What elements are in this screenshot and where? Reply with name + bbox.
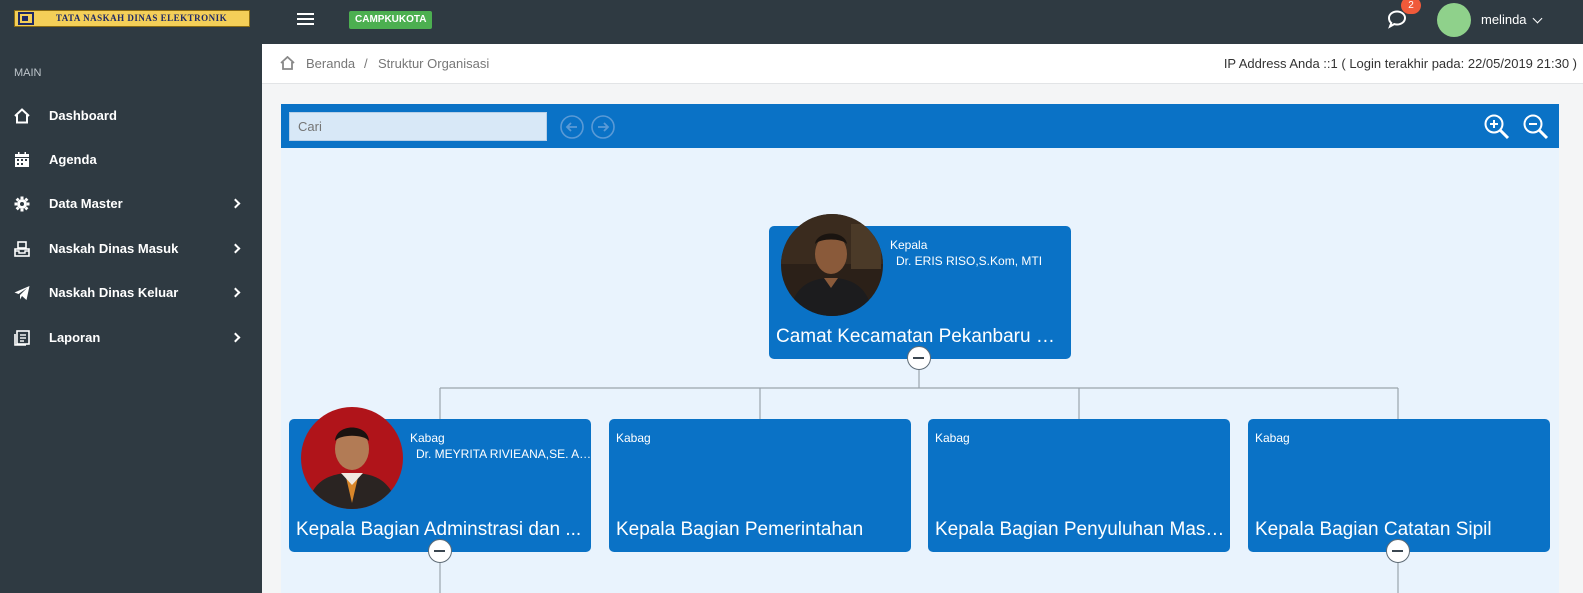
- sidebar-section-label: MAIN: [14, 67, 42, 79]
- notification-badge[interactable]: 2: [1401, 0, 1421, 14]
- breadcrumb-home-link[interactable]: Beranda: [306, 56, 355, 71]
- collapse-toggle-button[interactable]: [907, 346, 931, 370]
- breadcrumb: Beranda / Struktur Organisasi IP Address…: [262, 44, 1583, 84]
- sidebar: MAIN Dashboard Agenda Data Master Naskah…: [0, 44, 262, 593]
- breadcrumb-separator: /: [364, 56, 368, 71]
- sidebar-item-label: Laporan: [49, 330, 101, 345]
- node-role: Kabag: [935, 431, 970, 445]
- node-role: Kabag: [1255, 431, 1290, 445]
- node-role: Kabag: [410, 431, 445, 445]
- avatar[interactable]: [1437, 3, 1471, 37]
- node-title: Kepala Bagian Adminstrasi dan ...: [296, 519, 582, 540]
- site-badge: CAMPKUKOTA: [349, 11, 433, 29]
- home-icon: [14, 108, 30, 124]
- node-role: Kabag: [616, 431, 651, 445]
- chevron-right-icon: [230, 332, 241, 343]
- collapse-toggle-button[interactable]: [428, 539, 452, 563]
- sidebar-item-label: Agenda: [49, 152, 97, 167]
- node-title: Camat Kecamatan Pekanbaru Kota ...: [776, 326, 1066, 347]
- node-person-name: Dr. ERIS RISO,S.Kom, MTI: [896, 254, 1043, 268]
- org-chart[interactable]: Kepala Dr. ERIS RISO,S.Kom, MTI Camat Ke…: [281, 104, 1559, 593]
- app-logo[interactable]: TATA NASKAH DINAS ELEKTRONIK: [14, 10, 250, 27]
- org-node-child[interactable]: Kabag Kepala Bagian Pemerintahan: [609, 419, 911, 552]
- chevron-right-icon: [230, 198, 241, 209]
- home-icon[interactable]: [280, 56, 295, 70]
- profile-photo: [301, 407, 403, 509]
- node-role: Kepala: [890, 238, 928, 252]
- org-node-child[interactable]: Kabag Dr. MEYRITA RIVIEANA,SE. Ak, ... K…: [289, 407, 592, 552]
- chevron-right-icon: [230, 287, 241, 298]
- logo-emblem-icon: [18, 12, 34, 25]
- logo-text: TATA NASKAH DINAS ELEKTRONIK: [55, 14, 228, 23]
- sidebar-item-dashboard[interactable]: Dashboard: [0, 94, 262, 138]
- breadcrumb-current: Struktur Organisasi: [378, 56, 490, 71]
- sidebar-item-label: Naskah Dinas Keluar: [49, 285, 179, 300]
- menu-toggle-icon[interactable]: [297, 13, 314, 27]
- org-node-root[interactable]: Kepala Dr. ERIS RISO,S.Kom, MTI Camat Ke…: [769, 214, 1071, 359]
- sidebar-item-label: Dashboard: [49, 108, 117, 123]
- gear-icon: [14, 196, 30, 212]
- top-navbar: TATA NASKAH DINAS ELEKTRONIK CAMPKUKOTA …: [0, 0, 1583, 44]
- sidebar-item-data-master[interactable]: Data Master: [0, 182, 262, 226]
- ip-login-info: IP Address Anda ::1 ( Login terakhir pad…: [1223, 56, 1577, 71]
- profile-photo: [781, 214, 883, 316]
- org-node-child[interactable]: Kabag Kepala Bagian Penyuluhan Masyar...: [928, 419, 1230, 552]
- collapse-toggle-button[interactable]: [1386, 539, 1410, 563]
- node-title: Kepala Bagian Pemerintahan: [616, 519, 864, 540]
- chevron-down-icon[interactable]: [1532, 13, 1543, 24]
- user-name[interactable]: melinda: [1481, 12, 1527, 27]
- node-title: Kepala Bagian Penyuluhan Masyar...: [935, 519, 1225, 540]
- sidebar-item-naskah-dinas-keluar[interactable]: Naskah Dinas Keluar: [0, 271, 262, 315]
- chevron-right-icon: [230, 243, 241, 254]
- calendar-icon: [15, 152, 29, 167]
- sidebar-item-label: Naskah Dinas Masuk: [49, 241, 179, 256]
- sidebar-item-laporan[interactable]: Laporan: [0, 316, 262, 360]
- main-content: Beranda / Struktur Organisasi IP Address…: [262, 44, 1583, 593]
- inbox-icon: [14, 241, 30, 257]
- report-icon: [14, 330, 30, 346]
- node-title: Kepala Bagian Catatan Sipil: [1255, 519, 1492, 540]
- paper-plane-icon: [14, 286, 30, 300]
- sidebar-item-label: Data Master: [49, 196, 123, 211]
- sidebar-item-naskah-dinas-masuk[interactable]: Naskah Dinas Masuk: [0, 227, 262, 271]
- org-node-child[interactable]: Kabag Kepala Bagian Catatan Sipil: [1248, 419, 1550, 552]
- sidebar-item-agenda[interactable]: Agenda: [0, 138, 262, 182]
- node-person-name: Dr. MEYRITA RIVIEANA,SE. Ak, ...: [416, 447, 592, 461]
